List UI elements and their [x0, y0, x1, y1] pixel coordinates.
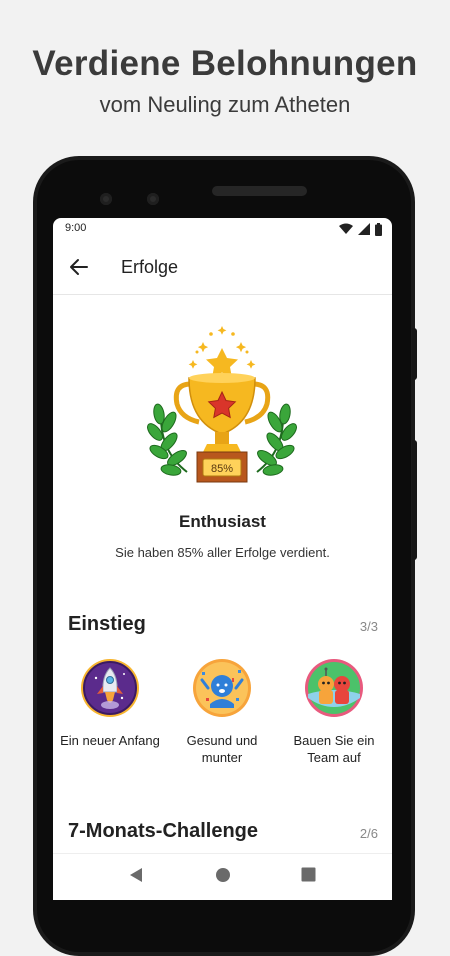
- section-title-7-monats-challenge: 7-Monats-Challenge: [68, 820, 259, 842]
- section-count-7-monats-challenge: 2/6: [359, 826, 378, 841]
- page-title: Erfolge: [121, 257, 179, 277]
- achievement-title: Enthusiast: [179, 512, 266, 531]
- promo-title: Verdiene Belohnungen: [32, 44, 418, 83]
- sensor-icon: [147, 193, 159, 205]
- status-time: 9:00: [65, 222, 87, 234]
- recents-square-icon[interactable]: [301, 867, 316, 882]
- badge-label: Bauen Sie ein Team auf: [293, 733, 375, 765]
- section-count-einstieg: 3/3: [359, 619, 378, 634]
- volume-button: [412, 440, 417, 560]
- section-title-einstieg: Einstieg: [68, 613, 146, 635]
- badge-team[interactable]: Bauen Sie ein Team auf: [279, 658, 389, 766]
- back-triangle-icon[interactable]: [129, 867, 143, 883]
- system-nav-bar: [53, 853, 392, 900]
- wifi-icon: [339, 223, 353, 234]
- app-bar: Erfolge: [53, 240, 392, 295]
- home-circle-icon[interactable]: [215, 867, 231, 883]
- arrow-left-icon[interactable]: [67, 255, 91, 279]
- trophy-percent-label: 85%: [211, 463, 233, 475]
- badge-rocket[interactable]: Ein neuer Anfang: [55, 658, 165, 749]
- rocket-icon: [81, 659, 139, 717]
- team-icon: [305, 659, 363, 717]
- promo-subtitle: vom Neuling zum Atheten: [99, 92, 351, 117]
- trophy-icon: 85%: [147, 326, 297, 483]
- app-screen: 9:00 Erfolge 85% Enthusiast Sie haben 85…: [53, 218, 392, 900]
- battery-icon: [375, 222, 382, 236]
- speaker-grille: [212, 186, 307, 196]
- power-button: [412, 328, 417, 380]
- camera-icon: [100, 193, 112, 205]
- badge-label: Gesund und munter: [186, 733, 258, 765]
- trophy-illustration: 85%: [147, 322, 297, 492]
- celebration-icon: [193, 659, 251, 717]
- signal-icon: [358, 223, 370, 235]
- status-bar: 9:00: [53, 218, 392, 240]
- achievement-description: Sie haben 85% aller Erfolge verdient.: [115, 545, 330, 560]
- badge-celebration[interactable]: Gesund und munter: [167, 658, 277, 766]
- badge-label: Ein neuer Anfang: [60, 733, 160, 748]
